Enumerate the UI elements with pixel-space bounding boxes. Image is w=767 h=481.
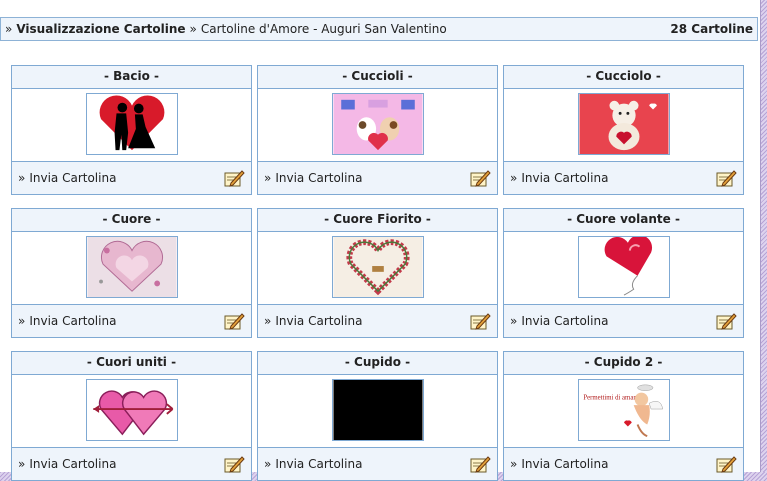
card-thumbnail[interactable] xyxy=(85,236,178,298)
card-title: - Cupido - xyxy=(258,352,497,375)
edit-pencil-icon[interactable] xyxy=(223,168,245,188)
send-card-link[interactable]: » Invia Cartolina xyxy=(264,457,362,471)
card-title: - Cuore volante - xyxy=(504,209,743,232)
card-thumbnail[interactable] xyxy=(85,379,178,441)
edit-pencil-icon[interactable] xyxy=(469,168,491,188)
send-card-link[interactable]: » Invia Cartolina xyxy=(510,314,608,328)
edit-pencil-icon[interactable] xyxy=(715,454,737,474)
edit-pencil-icon[interactable] xyxy=(715,311,737,331)
breadcrumb-category: Cartoline d'Amore - Auguri San Valentino xyxy=(200,22,447,36)
breadcrumb-separator: » xyxy=(5,22,13,36)
edit-pencil-icon[interactable] xyxy=(223,311,245,331)
card-title: - Cucciolo - xyxy=(504,66,743,89)
edit-pencil-icon[interactable] xyxy=(469,454,491,474)
breadcrumb-separator: » xyxy=(189,22,197,36)
card-thumbnail[interactable] xyxy=(85,93,178,155)
card-cuori-uniti: - Cuori uniti - » Invia Cartolina xyxy=(11,351,252,481)
send-card-link[interactable]: » Invia Cartolina xyxy=(264,171,362,185)
card-cucciolo: - Cucciolo - » Invia Cartolina xyxy=(503,65,744,195)
card-thumbnail[interactable] xyxy=(331,379,424,441)
send-card-link[interactable]: » Invia Cartolina xyxy=(510,457,608,471)
send-card-link[interactable]: » Invia Cartolina xyxy=(18,314,116,328)
card-cuccioli: - Cuccioli - » Invia Cartolina xyxy=(257,65,498,195)
card-footer: » Invia Cartolina xyxy=(504,161,743,194)
send-card-link[interactable]: » Invia Cartolina xyxy=(264,314,362,328)
card-bacio: - Bacio - » Invia Cartolina xyxy=(11,65,252,195)
card-cuore: - Cuore - » Invia Cartolina xyxy=(11,208,252,338)
edit-pencil-icon[interactable] xyxy=(715,168,737,188)
card-title: - Cuccioli - xyxy=(258,66,497,89)
card-title: - Cupido 2 - xyxy=(504,352,743,375)
send-card-link[interactable]: » Invia Cartolina xyxy=(18,457,116,471)
card-cupido-2: - Cupido 2 - Permettimi di amarti!! » Inv… xyxy=(503,351,744,481)
card-thumbnail[interactable] xyxy=(331,236,424,298)
card-footer: » Invia Cartolina xyxy=(258,447,497,480)
card-thumbnail[interactable]: Permettimi di amarti!! xyxy=(577,379,670,441)
card-cuore-volante: - Cuore volante - » Invia Cartolina xyxy=(503,208,744,338)
card-footer: » Invia Cartolina xyxy=(504,304,743,337)
send-card-link[interactable]: » Invia Cartolina xyxy=(510,171,608,185)
edit-pencil-icon[interactable] xyxy=(223,454,245,474)
card-footer: » Invia Cartolina xyxy=(258,161,497,194)
page: » Visualizzazione Cartoline » Cartoline … xyxy=(0,0,761,481)
breadcrumb: » Visualizzazione Cartoline » Cartoline … xyxy=(0,17,758,41)
card-title: - Cuore Fiorito - xyxy=(258,209,497,232)
card-title: - Bacio - xyxy=(12,66,251,89)
card-footer: » Invia Cartolina xyxy=(12,304,251,337)
card-title: - Cuori uniti - xyxy=(12,352,251,375)
card-footer: » Invia Cartolina xyxy=(12,447,251,480)
card-footer: » Invia Cartolina xyxy=(504,447,743,480)
card-cuore-fiorito: - Cuore Fiorito - » Invia Cartolina xyxy=(257,208,498,338)
edit-pencil-icon[interactable] xyxy=(469,311,491,331)
card-thumbnail[interactable] xyxy=(577,236,670,298)
card-count: 28 Cartoline xyxy=(670,22,753,36)
card-footer: » Invia Cartolina xyxy=(12,161,251,194)
card-footer: » Invia Cartolina xyxy=(258,304,497,337)
send-card-link[interactable]: » Invia Cartolina xyxy=(18,171,116,185)
card-thumbnail[interactable] xyxy=(331,93,424,155)
card-thumbnail[interactable] xyxy=(577,93,670,155)
card-title: - Cuore - xyxy=(12,209,251,232)
card-cupido: - Cupido - » Invia Cartolina xyxy=(257,351,498,481)
breadcrumb-section[interactable]: Visualizzazione Cartoline xyxy=(16,22,185,36)
